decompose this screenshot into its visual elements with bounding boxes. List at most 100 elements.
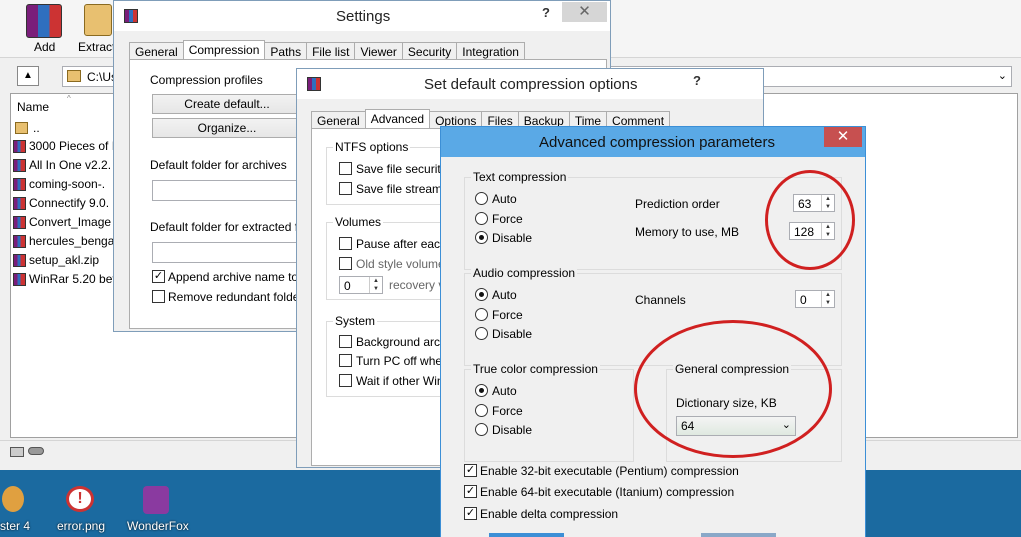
list-item[interactable]: setup_akl.zip <box>13 253 100 267</box>
settings-title: Settings <box>336 8 391 25</box>
truecolor-auto-radio[interactable] <box>475 384 488 397</box>
extract-label: Extract <box>78 40 116 54</box>
desktop-icon-label: WonderFox <box>127 519 189 533</box>
spin-arrows-icon[interactable]: ▲ ▼ <box>369 277 382 293</box>
error-icon: ! <box>66 486 94 512</box>
rar-file-icon <box>13 273 26 286</box>
list-item-label: hercules_benga <box>29 234 115 248</box>
path-dropdown-arrow-icon[interactable]: ⌄ <box>998 69 1007 82</box>
default-options-titlebar: Set default compression options ? <box>297 69 763 99</box>
text-auto-radio[interactable] <box>475 192 488 205</box>
pause-after-each-checkbox[interactable] <box>339 237 352 250</box>
rar-file-icon <box>13 254 26 267</box>
default-options-tabs: General Advanced Options Files Backup Time Com… <box>311 108 671 131</box>
default-options-title: Set default compression options <box>424 76 638 93</box>
rar-file-icon <box>13 159 26 172</box>
turn-pc-off-checkbox[interactable] <box>339 354 352 367</box>
audio-auto-label: Auto <box>492 288 517 302</box>
list-item[interactable]: 3000 Pieces of I <box>13 139 115 153</box>
channels-value: 0 <box>800 293 807 307</box>
remove-redundant-label: Remove redundant folders <box>168 290 310 304</box>
text-auto-label: Auto <box>492 192 517 206</box>
save-file-security-checkbox[interactable] <box>339 162 352 175</box>
list-item[interactable]: Convert_Image <box>13 215 112 229</box>
list-item-label: Convert_Image <box>29 215 112 229</box>
up-folder-button[interactable]: ▲ <box>17 66 39 86</box>
parent-folder-icon <box>15 122 28 134</box>
channels-label: Channels <box>635 293 686 307</box>
ok-button-edge[interactable] <box>489 533 564 537</box>
rar-file-icon <box>13 235 26 248</box>
volumes-label: Volumes <box>333 215 384 229</box>
system-label: System <box>333 314 378 328</box>
column-header-name[interactable]: Name <box>17 100 49 114</box>
advanced-params-title: Advanced compression parameters <box>539 134 775 151</box>
list-item[interactable]: hercules_benga <box>13 234 115 248</box>
truecolor-force-radio[interactable] <box>475 404 488 417</box>
cancel-button-edge[interactable] <box>701 533 776 537</box>
truecolor-auto-label: Auto <box>492 384 517 398</box>
pause-after-each-label: Pause after each <box>356 237 447 251</box>
remove-redundant-checkbox[interactable] <box>152 290 165 303</box>
enable-32bit-label: Enable 32-bit executable (Pentium) compr… <box>480 464 739 478</box>
list-item-label: setup_akl.zip <box>29 253 100 267</box>
create-default-button[interactable]: Create default... <box>152 94 302 114</box>
text-force-label: Force <box>492 212 523 226</box>
extract-button[interactable]: Extract <box>78 2 118 56</box>
wait-if-other-checkbox[interactable] <box>339 374 352 387</box>
settings-help-button[interactable]: ? <box>542 5 550 20</box>
list-item-parent[interactable]: .. <box>15 121 40 135</box>
rar-file-icon <box>13 216 26 229</box>
text-force-radio[interactable] <box>475 212 488 225</box>
settings-close-button[interactable]: ✕ <box>562 2 607 22</box>
default-options-help-button[interactable]: ? <box>693 73 701 88</box>
old-style-volume-checkbox[interactable] <box>339 257 352 270</box>
enable-32bit-checkbox[interactable]: ✓ <box>464 464 477 477</box>
settings-tabs: General Compression Paths File list Viewer Se… <box>129 39 525 62</box>
default-folder-extracted-label: Default folder for extracted fil <box>150 220 304 234</box>
audio-disable-radio[interactable] <box>475 327 488 340</box>
audio-disable-label: Disable <box>492 327 533 341</box>
default-folder-archives-field[interactable] <box>152 180 302 201</box>
key-icon <box>28 447 44 455</box>
audio-force-radio[interactable] <box>475 308 488 321</box>
list-item-label: .. <box>33 121 40 135</box>
append-archive-name-checkbox[interactable]: ✓ <box>152 270 165 283</box>
desktop-icon-label: ster 4 <box>0 519 31 533</box>
recovery-volumes-stepper[interactable]: 0 ▲ ▼ <box>339 276 383 294</box>
add-button[interactable]: Add <box>20 2 70 56</box>
list-item[interactable]: WinRar 5.20 bet <box>13 272 116 286</box>
add-label: Add <box>34 40 56 54</box>
true-color-compression-group: True color compression Auto Force Disabl… <box>464 362 634 462</box>
annotation-circle-general-compression <box>634 320 832 458</box>
enable-64bit-checkbox[interactable]: ✓ <box>464 485 477 498</box>
text-disable-radio[interactable] <box>475 231 488 244</box>
advanced-params-close-button[interactable]: ✕ <box>824 127 862 147</box>
default-folder-extracted-field[interactable] <box>152 242 302 263</box>
list-item[interactable]: Connectify 9.0. <box>13 196 109 210</box>
enable-64bit-label: Enable 64-bit executable (Itanium) compr… <box>480 485 735 499</box>
background-archiving-checkbox[interactable] <box>339 335 352 348</box>
channels-stepper[interactable]: 0 ▲ ▼ <box>795 290 835 308</box>
audio-auto-radio[interactable] <box>475 288 488 301</box>
truecolor-disable-label: Disable <box>492 423 533 437</box>
rar-file-icon <box>13 197 26 210</box>
append-archive-name-label: Append archive name to pa <box>168 270 315 284</box>
audio-force-label: Force <box>492 308 523 322</box>
list-item[interactable]: All In One v2.2. <box>13 158 112 172</box>
save-file-streams-label: Save file streams <box>356 182 449 196</box>
enable-delta-checkbox[interactable]: ✓ <box>464 507 477 520</box>
truecolor-disable-radio[interactable] <box>475 423 488 436</box>
palette-icon <box>2 486 24 512</box>
rar-books-icon <box>26 4 62 38</box>
rar-file-icon <box>13 140 26 153</box>
list-item-label: All In One v2.2. <box>29 158 112 172</box>
winrar-app-icon <box>307 77 321 91</box>
recovery-volumes-label: recovery v <box>389 278 445 292</box>
spin-arrows-icon[interactable]: ▲ ▼ <box>821 291 834 307</box>
close-icon: ✕ <box>836 128 850 145</box>
organize-button[interactable]: Organize... <box>152 118 302 138</box>
list-item[interactable]: coming-soon-. <box>13 177 105 191</box>
prediction-order-label: Prediction order <box>635 197 720 211</box>
save-file-streams-checkbox[interactable] <box>339 182 352 195</box>
